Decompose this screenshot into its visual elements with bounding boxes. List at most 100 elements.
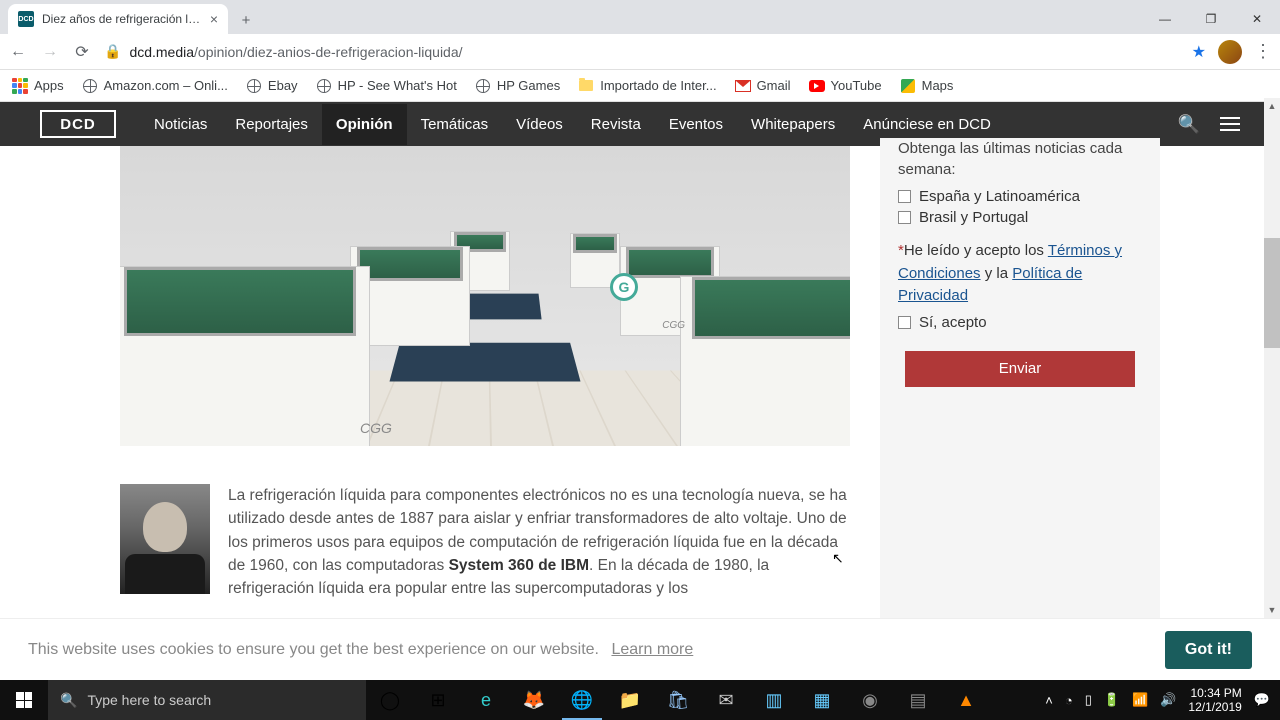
- tray-icon[interactable]: ▯: [1085, 692, 1092, 708]
- bookmark-maps[interactable]: Maps: [900, 78, 954, 94]
- nav-revista[interactable]: Revista: [577, 104, 655, 145]
- nav-eventos[interactable]: Eventos: [655, 104, 737, 145]
- article-body: La refrigeración líquida para componente…: [120, 484, 850, 600]
- search-icon: 🔍: [60, 692, 77, 709]
- newsletter-sidebar: Obtenga las últimas noticias cada semana…: [880, 138, 1160, 618]
- apps-bookmark[interactable]: Apps: [12, 78, 64, 94]
- g-logo: G: [610, 273, 638, 301]
- app-icon[interactable]: ▦: [798, 680, 846, 720]
- cookie-banner: This website uses cookies to ensure you …: [0, 618, 1280, 680]
- nav-opinion[interactable]: Opinión: [322, 104, 407, 145]
- scroll-down-icon[interactable]: ▼: [1264, 602, 1280, 618]
- scroll-up-icon[interactable]: ▲: [1264, 98, 1280, 114]
- nav-videos[interactable]: Vídeos: [502, 104, 577, 145]
- page-scrollbar[interactable]: ▲ ▼: [1264, 98, 1280, 618]
- chevron-up-icon[interactable]: ˄: [1045, 693, 1053, 708]
- bookmark-importado[interactable]: Importado de Inter...: [578, 78, 716, 94]
- region-option-br[interactable]: Brasil y Portugal: [898, 207, 1142, 228]
- volume-icon[interactable]: 🔊: [1160, 692, 1176, 708]
- window-maximize-icon[interactable]: ❐: [1188, 4, 1234, 34]
- search-icon[interactable]: 🔍: [1178, 114, 1200, 135]
- youtube-icon: [809, 80, 825, 92]
- bookmark-amazon[interactable]: Amazon.com – Onli...: [82, 78, 228, 94]
- windows-icon: [16, 692, 32, 708]
- bookmark-hp[interactable]: HP - See What's Hot: [316, 78, 457, 94]
- checkbox-icon[interactable]: [898, 190, 911, 203]
- globe-icon: [476, 79, 490, 93]
- gmail-icon: [735, 80, 751, 92]
- battery-icon[interactable]: 🔋: [1104, 692, 1120, 708]
- store-icon[interactable]: 🛍: [654, 680, 702, 720]
- browser-menu-icon[interactable]: ⋮: [1254, 41, 1272, 62]
- edge-icon[interactable]: e: [462, 680, 510, 720]
- taskbar-clock[interactable]: 10:34 PM 12/1/2019: [1188, 686, 1241, 715]
- cookie-learn-more[interactable]: Learn more: [611, 641, 693, 658]
- bookmark-ebay[interactable]: Ebay: [246, 78, 298, 94]
- nav-whitepapers[interactable]: Whitepapers: [737, 104, 849, 145]
- submit-button[interactable]: Enviar: [905, 351, 1135, 387]
- notifications-icon[interactable]: 💬: [1254, 692, 1270, 708]
- terms-text: *He leído y acepto los Términos y Condic…: [898, 240, 1142, 308]
- checkbox-icon[interactable]: [898, 316, 911, 329]
- hero-image: G CGG CGG: [120, 146, 850, 446]
- nav-tematicas[interactable]: Temáticas: [407, 104, 503, 145]
- start-button[interactable]: [0, 680, 48, 720]
- address-bar: ← → ⟳ 🔒 dcd.media/opinion/diez-anios-de-…: [0, 34, 1280, 70]
- checkbox-icon[interactable]: [898, 211, 911, 224]
- tab-title: Diez años de refrigeración líquid: [42, 12, 202, 26]
- globe-icon: [247, 79, 261, 93]
- hamburger-icon[interactable]: [1220, 117, 1240, 131]
- site-logo[interactable]: DCD: [40, 110, 116, 138]
- lock-icon: 🔒: [104, 43, 121, 60]
- page-viewport: DCD Noticias Reportajes Opinión Temática…: [0, 102, 1280, 618]
- bookmark-hpgames[interactable]: HP Games: [475, 78, 560, 94]
- apps-icon: [12, 78, 28, 94]
- tab-favicon: DCD: [18, 11, 34, 27]
- chrome-icon[interactable]: 🌐: [558, 680, 606, 720]
- cgg-label: CGG: [360, 420, 392, 436]
- back-button[interactable]: ←: [8, 42, 28, 62]
- url-field[interactable]: 🔒 dcd.media/opinion/diez-anios-de-refrig…: [104, 43, 1180, 60]
- nav-links: Noticias Reportajes Opinión Temáticas Ví…: [140, 104, 1005, 145]
- author-photo: [120, 484, 210, 594]
- wifi-icon[interactable]: 📶: [1132, 692, 1148, 708]
- obs-icon[interactable]: ◉: [846, 680, 894, 720]
- forward-button: →: [40, 42, 60, 62]
- windows-taskbar: 🔍Type here to search ◯ ⊞ e 🦊 🌐 📁 🛍 ✉ ▥ ▦…: [0, 680, 1280, 720]
- app-icon[interactable]: ▥: [750, 680, 798, 720]
- browser-titlebar: DCD Diez años de refrigeración líquid × …: [0, 0, 1280, 34]
- mail-icon[interactable]: ✉: [702, 680, 750, 720]
- close-tab-icon[interactable]: ×: [210, 11, 218, 27]
- bookmark-star-icon[interactable]: ★: [1192, 42, 1206, 62]
- region-option-es[interactable]: España y Latinoamérica: [898, 186, 1142, 207]
- window-minimize-icon[interactable]: ―: [1142, 4, 1188, 34]
- firefox-icon[interactable]: 🦊: [510, 680, 558, 720]
- taskbar-search[interactable]: 🔍Type here to search: [48, 680, 366, 720]
- tray-icon[interactable]: ◔: [1065, 693, 1073, 708]
- system-tray[interactable]: ˄ ◔ ▯ 🔋 📶 🔊 10:34 PM 12/1/2019 💬: [1035, 686, 1280, 715]
- globe-icon: [317, 79, 331, 93]
- taskview-icon[interactable]: ⊞: [414, 680, 462, 720]
- cortana-icon[interactable]: ◯: [366, 680, 414, 720]
- browser-tab[interactable]: DCD Diez años de refrigeración líquid ×: [8, 4, 228, 34]
- profile-avatar[interactable]: [1218, 40, 1242, 64]
- window-close-icon[interactable]: ✕: [1234, 4, 1280, 34]
- new-tab-button[interactable]: +: [232, 6, 260, 34]
- cookie-accept-button[interactable]: Got it!: [1165, 631, 1252, 669]
- reload-button[interactable]: ⟳: [72, 42, 92, 62]
- cookie-text: This website uses cookies to ensure you …: [28, 641, 693, 659]
- app-icon[interactable]: ▤: [894, 680, 942, 720]
- accept-row[interactable]: Sí, acepto: [898, 312, 1142, 333]
- explorer-icon[interactable]: 📁: [606, 680, 654, 720]
- cgg-label: CGG: [662, 320, 685, 331]
- bookmark-gmail[interactable]: Gmail: [735, 78, 791, 94]
- sidebar-heading: Obtenga las últimas noticias cada semana…: [898, 138, 1142, 186]
- maps-icon: [901, 79, 915, 93]
- article-paragraph: La refrigeración líquida para componente…: [228, 484, 850, 600]
- bookmark-youtube[interactable]: YouTube: [809, 78, 882, 94]
- vlc-icon[interactable]: ▲: [942, 680, 990, 720]
- globe-icon: [83, 79, 97, 93]
- nav-reportajes[interactable]: Reportajes: [221, 104, 322, 145]
- scroll-thumb[interactable]: [1264, 238, 1280, 348]
- nav-noticias[interactable]: Noticias: [140, 104, 221, 145]
